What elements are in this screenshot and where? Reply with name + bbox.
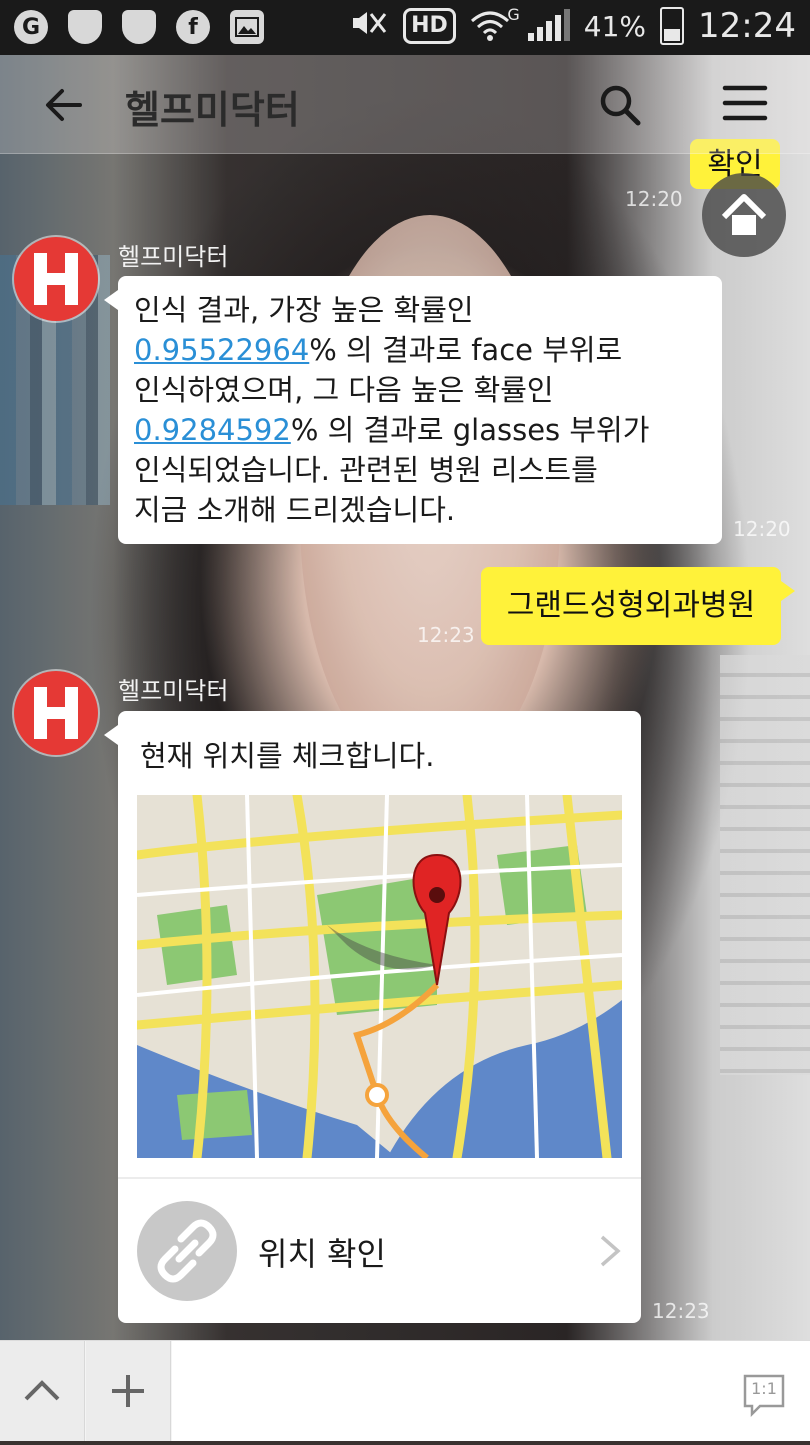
shield-icon bbox=[68, 10, 102, 44]
message-line: 인식 결과, 가장 높은 확률인 bbox=[134, 293, 474, 327]
chat-message-list[interactable]: 확인 12:20 헬프미닥터 인식 결과, 가장 높은 확률인 0.955229… bbox=[0, 139, 810, 1340]
message-line: 지금 소개해 드리겠습니다. bbox=[134, 493, 456, 527]
chevron-right-icon bbox=[596, 1233, 624, 1269]
expand-button[interactable] bbox=[0, 1341, 85, 1441]
one-to-one-label: 1:1 bbox=[751, 1379, 777, 1398]
back-button[interactable] bbox=[40, 81, 88, 129]
location-check-button[interactable]: 위치 확인 bbox=[118, 1179, 641, 1323]
message-time: 12:20 bbox=[733, 517, 791, 541]
battery-icon bbox=[660, 7, 685, 45]
message-line: 0.95522964% 의 결과로 face 부위로 bbox=[134, 333, 623, 367]
mute-icon bbox=[349, 8, 389, 45]
shield-icon-2 bbox=[122, 10, 156, 44]
message-input[interactable] bbox=[172, 1341, 810, 1441]
one-to-one-chat-button[interactable]: 1:1 bbox=[742, 1373, 786, 1418]
location-message-text: 현재 위치를 체크합니다. bbox=[140, 739, 435, 773]
sent-message-text: 그랜드성형외과병원 bbox=[506, 588, 756, 623]
message-line: 0.9284592% 의 결과로 glasses 부위가 bbox=[134, 413, 650, 447]
sent-message-bubble: 그랜드성형외과병원 bbox=[481, 567, 795, 645]
search-icon bbox=[600, 85, 641, 126]
status-bar: G f HD G 41% 12:24 bbox=[0, 0, 810, 55]
map-thumbnail[interactable] bbox=[137, 795, 622, 1158]
link-icon bbox=[137, 1201, 237, 1301]
sender-name: 헬프미닥터 bbox=[118, 677, 229, 705]
chat-title: 헬프미닥터 bbox=[125, 88, 300, 132]
menu-button[interactable] bbox=[722, 83, 768, 123]
system-icons: HD G 41% 12:24 bbox=[349, 5, 796, 46]
sender-name: 헬프미닥터 bbox=[118, 243, 229, 271]
message-line: 인식하였으며, 그 다음 높은 확률인 bbox=[134, 373, 554, 407]
plus-icon bbox=[112, 1375, 144, 1407]
arrow-left-icon bbox=[46, 89, 82, 121]
location-message-card: 현재 위치를 체크합니다. 위치 확인 bbox=[104, 711, 641, 1323]
location-check-label: 위치 확인 bbox=[258, 1235, 386, 1273]
image-icon bbox=[230, 10, 264, 44]
wifi-icon: G bbox=[470, 5, 520, 43]
notification-icons: G f bbox=[14, 10, 264, 44]
search-button[interactable] bbox=[596, 81, 644, 129]
probability-link-2[interactable]: 0.9284592 bbox=[134, 413, 291, 447]
hd-voice-icon: HD bbox=[403, 8, 456, 44]
received-message-bubble: 인식 결과, 가장 높은 확률인 0.95522964% 의 결과로 face … bbox=[104, 276, 722, 544]
status-time: 12:24 bbox=[698, 6, 796, 46]
message-input-bar: 1:1 bbox=[0, 1340, 810, 1441]
battery-percent: 41% bbox=[583, 9, 647, 43]
message-line: 인식되었습니다. 관련된 병원 리스트를 bbox=[134, 453, 598, 487]
app-g-icon: G bbox=[14, 10, 48, 44]
message-time: 12:20 bbox=[625, 187, 683, 211]
chevron-up-icon bbox=[24, 1380, 60, 1401]
bot-avatar[interactable] bbox=[14, 671, 98, 755]
network-type-label: G bbox=[507, 5, 520, 24]
home-button[interactable] bbox=[702, 173, 786, 257]
home-icon bbox=[721, 194, 767, 235]
map-image bbox=[137, 795, 622, 1158]
hamburger-menu-icon bbox=[722, 85, 768, 121]
bot-avatar[interactable] bbox=[14, 237, 98, 321]
message-time: 12:23 bbox=[417, 623, 475, 647]
signal-icon bbox=[527, 9, 570, 41]
probability-link-1[interactable]: 0.95522964 bbox=[134, 333, 309, 367]
message-time: 12:23 bbox=[652, 1299, 710, 1323]
attach-button[interactable] bbox=[86, 1341, 171, 1441]
app-f-icon: f bbox=[176, 10, 210, 44]
chat-header: 헬프미닥터 bbox=[0, 55, 810, 154]
